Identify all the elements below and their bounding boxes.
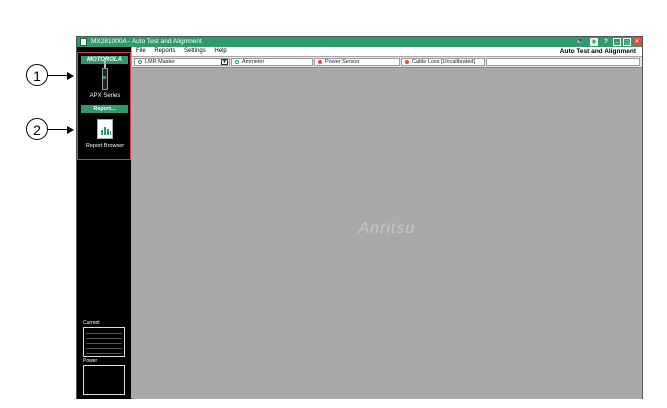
meter-line <box>86 348 122 349</box>
lmr-status-dot <box>138 59 142 64</box>
ammeter-status: Ammeter <box>231 58 313 66</box>
callout-1-line <box>48 74 68 76</box>
ammeter-label: Ammeter <box>242 59 265 65</box>
minimize-button[interactable]: – <box>613 38 621 46</box>
highlight-box: MOTOROLA APX Series Report... Report Bro… <box>77 52 131 160</box>
power-sensor-status: Power Sensor <box>314 58 400 66</box>
chart-bar <box>101 130 103 135</box>
lmr-master-select[interactable]: LMR Master ▼ <box>134 58 230 66</box>
lmr-master-label: LMR Master <box>145 59 175 65</box>
title-bar: MX281000A - Auto Test and Alignment 🔈 ◉ … <box>77 37 642 47</box>
callout-1-arrow-icon <box>67 71 74 80</box>
cable-loss-label: Cable Loss [Uncalibrated] <box>412 59 475 65</box>
menu-reports[interactable]: Reports <box>154 48 175 54</box>
power-sensor-label: Power Sensor <box>325 59 360 65</box>
camera-icon[interactable]: ◉ <box>590 38 598 46</box>
status-bar-empty-segment <box>486 58 640 66</box>
cable-loss-status: Cable Loss [Uncalibrated] <box>401 58 485 66</box>
power-meter <box>83 365 125 395</box>
report-browser-label[interactable]: Report Browser <box>78 143 132 149</box>
cable-loss-status-dot <box>405 59 409 64</box>
sidebar: MOTOROLA APX Series Report... Report Bro… <box>77 47 131 399</box>
callout-2: 2 <box>26 118 48 140</box>
report-browser-icon[interactable] <box>97 119 113 139</box>
radio-series-label[interactable]: APX Series <box>78 93 132 99</box>
mode-label: Auto Test and Alignment <box>549 47 636 56</box>
radio-icon[interactable] <box>102 68 108 90</box>
chart-bar <box>104 127 106 135</box>
ammeter-status-dot <box>235 59 239 64</box>
callout-2-arrow-icon <box>67 125 74 134</box>
chart-bar <box>107 129 109 135</box>
help-icon[interactable]: ? <box>602 38 610 46</box>
app-icon <box>80 38 87 46</box>
current-meter <box>83 327 125 357</box>
speaker-mute-icon[interactable]: 🔈 <box>576 38 585 46</box>
close-button[interactable]: ✕ <box>633 38 641 46</box>
power-sensor-status-dot <box>318 59 322 64</box>
meter-line <box>86 343 122 344</box>
meter-line <box>86 338 122 339</box>
app-window: MX281000A - Auto Test and Alignment 🔈 ◉ … <box>76 36 643 399</box>
chevron-down-icon[interactable]: ▼ <box>221 59 228 65</box>
callout-2-line <box>48 128 68 130</box>
meter-line <box>86 353 122 354</box>
power-label: Power <box>83 358 98 364</box>
menu-file[interactable]: File <box>136 48 146 54</box>
radio-screen-icon <box>103 76 106 79</box>
menu-help[interactable]: Help <box>214 48 226 54</box>
window-title: MX281000A - Auto Test and Alignment <box>91 38 202 45</box>
menu-settings[interactable]: Settings <box>184 48 206 54</box>
current-label: Current <box>83 320 100 326</box>
instrument-status-bar: LMR Master ▼ Ammeter Power Sensor Cable … <box>132 57 642 68</box>
report-button[interactable]: Report... <box>81 105 128 113</box>
anritsu-watermark: Anritsu <box>358 220 416 237</box>
callout-1: 1 <box>26 64 48 86</box>
maximize-button[interactable]: □ <box>623 38 631 46</box>
main-content-area: Anritsu <box>132 68 642 399</box>
chart-bar <box>110 131 111 135</box>
meter-line <box>86 333 122 334</box>
